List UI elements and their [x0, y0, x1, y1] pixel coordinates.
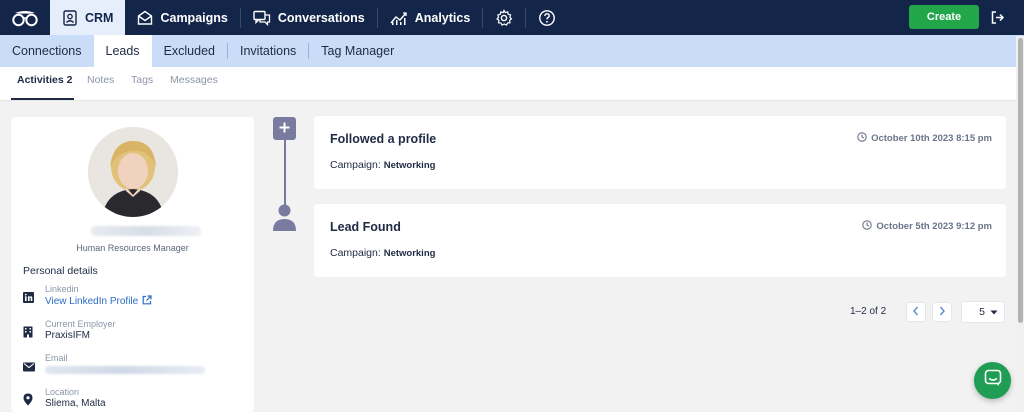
- gear-icon: [495, 8, 513, 27]
- campaign-name: Networking: [383, 248, 436, 259]
- nav-label: Analytics: [414, 10, 471, 25]
- next-page-button[interactable]: [932, 302, 952, 322]
- person-icon: [272, 202, 297, 237]
- tab-activities[interactable]: Activities 2: [17, 74, 72, 86]
- linkedin-profile-link[interactable]: View LinkedIn Profile: [45, 295, 152, 308]
- subnav-tag-manager[interactable]: Tag Manager: [309, 35, 406, 67]
- activity-date-text: October 10th 2023 8:15 pm: [871, 133, 992, 144]
- plus-icon: [279, 120, 290, 138]
- nav-item-crm[interactable]: CRM: [50, 0, 126, 35]
- external-link-icon: [142, 295, 152, 308]
- timeline-line: [284, 139, 286, 209]
- help-button[interactable]: [526, 0, 568, 35]
- mail-icon: [23, 359, 35, 377]
- employer-label: Current Employer: [45, 319, 116, 329]
- location-label: Location: [45, 387, 80, 397]
- add-activity-button[interactable]: [273, 117, 296, 140]
- active-tab-indicator: [11, 98, 74, 100]
- subnav-invitations[interactable]: Invitations: [228, 35, 308, 67]
- chat-icon: [984, 369, 1002, 392]
- lead-profile-card: Human Resources Manager Personal details…: [11, 117, 254, 412]
- personal-details-title: Personal details: [23, 265, 98, 277]
- nav-item-conversations[interactable]: Conversations: [241, 0, 377, 35]
- pagination-count: 1–2 of 2: [850, 306, 887, 317]
- linkedin-icon: [23, 290, 34, 308]
- rows-per-page-value: 5: [979, 306, 985, 318]
- nav-label: CRM: [85, 10, 114, 25]
- envelope-icon: [137, 10, 153, 26]
- email-label: Email: [45, 353, 68, 363]
- caret-down-icon: [990, 306, 998, 318]
- email-value-redacted: [45, 366, 205, 374]
- lead-tabs: Activities 2 Notes Tags Messages: [0, 67, 1024, 101]
- logout-icon[interactable]: [990, 10, 1005, 30]
- campaign-label: Campaign:: [330, 159, 381, 171]
- location-pin-icon: [23, 393, 33, 411]
- activity-date-text: October 5th 2023 9:12 pm: [876, 221, 992, 232]
- top-navigation: CRM Campaigns Conversations Analytics Cr…: [0, 0, 1024, 35]
- tab-messages[interactable]: Messages: [170, 74, 218, 86]
- create-button[interactable]: Create: [909, 5, 979, 29]
- clock-icon: [857, 132, 867, 145]
- chevron-left-icon: [912, 303, 920, 321]
- lead-job-title: Human Resources Manager: [76, 243, 189, 253]
- lead-name-redacted: [91, 226, 201, 236]
- chat-widget-button[interactable]: [974, 362, 1011, 399]
- rows-per-page-select[interactable]: 5: [961, 301, 1005, 323]
- activity-campaign: Campaign: Networking: [330, 159, 435, 171]
- activity-title: Lead Found: [330, 220, 401, 234]
- clock-icon: [862, 220, 873, 233]
- help-icon: [538, 9, 556, 27]
- contact-card-icon: [62, 9, 78, 26]
- previous-page-button[interactable]: [906, 302, 926, 322]
- nav-item-campaigns[interactable]: Campaigns: [125, 0, 239, 35]
- avatar: [88, 127, 178, 217]
- scrollbar-thumb[interactable]: [1018, 38, 1023, 323]
- nav-item-analytics[interactable]: Analytics: [378, 0, 483, 35]
- subnav-leads[interactable]: Leads: [93, 35, 152, 67]
- chart-icon: [390, 10, 408, 26]
- tab-notes[interactable]: Notes: [87, 74, 114, 86]
- chevron-right-icon: [938, 303, 946, 321]
- nav-label: Campaigns: [160, 10, 228, 25]
- campaign-name: Networking: [383, 160, 436, 171]
- location-value: Sliema, Malta: [45, 398, 106, 409]
- activity-card: Lead Found October 5th 2023 9:12 pm Camp…: [314, 204, 1006, 277]
- campaign-label: Campaign:: [330, 247, 381, 259]
- linkedin-label: Linkedin: [45, 284, 79, 294]
- tab-tags[interactable]: Tags: [131, 74, 153, 86]
- activity-date: October 5th 2023 9:12 pm: [862, 220, 992, 233]
- activity-date: October 10th 2023 8:15 pm: [857, 132, 992, 145]
- crm-subnav: Connections Leads Excluded Invitations T…: [0, 35, 1024, 67]
- linkedin-link-text: View LinkedIn Profile: [45, 296, 139, 307]
- nav-label: Conversations: [277, 10, 365, 25]
- activity-title: Followed a profile: [330, 132, 437, 146]
- activity-card: Followed a profile October 10th 2023 8:1…: [314, 116, 1006, 189]
- employer-value: PraxisIFM: [45, 330, 90, 341]
- activity-campaign: Campaign: Networking: [330, 247, 435, 259]
- building-icon: [23, 325, 33, 343]
- settings-button[interactable]: [483, 0, 525, 35]
- logo-icon[interactable]: [0, 0, 50, 35]
- subnav-connections[interactable]: Connections: [0, 35, 94, 67]
- chat-bubbles-icon: [253, 10, 271, 26]
- subnav-excluded[interactable]: Excluded: [152, 35, 227, 67]
